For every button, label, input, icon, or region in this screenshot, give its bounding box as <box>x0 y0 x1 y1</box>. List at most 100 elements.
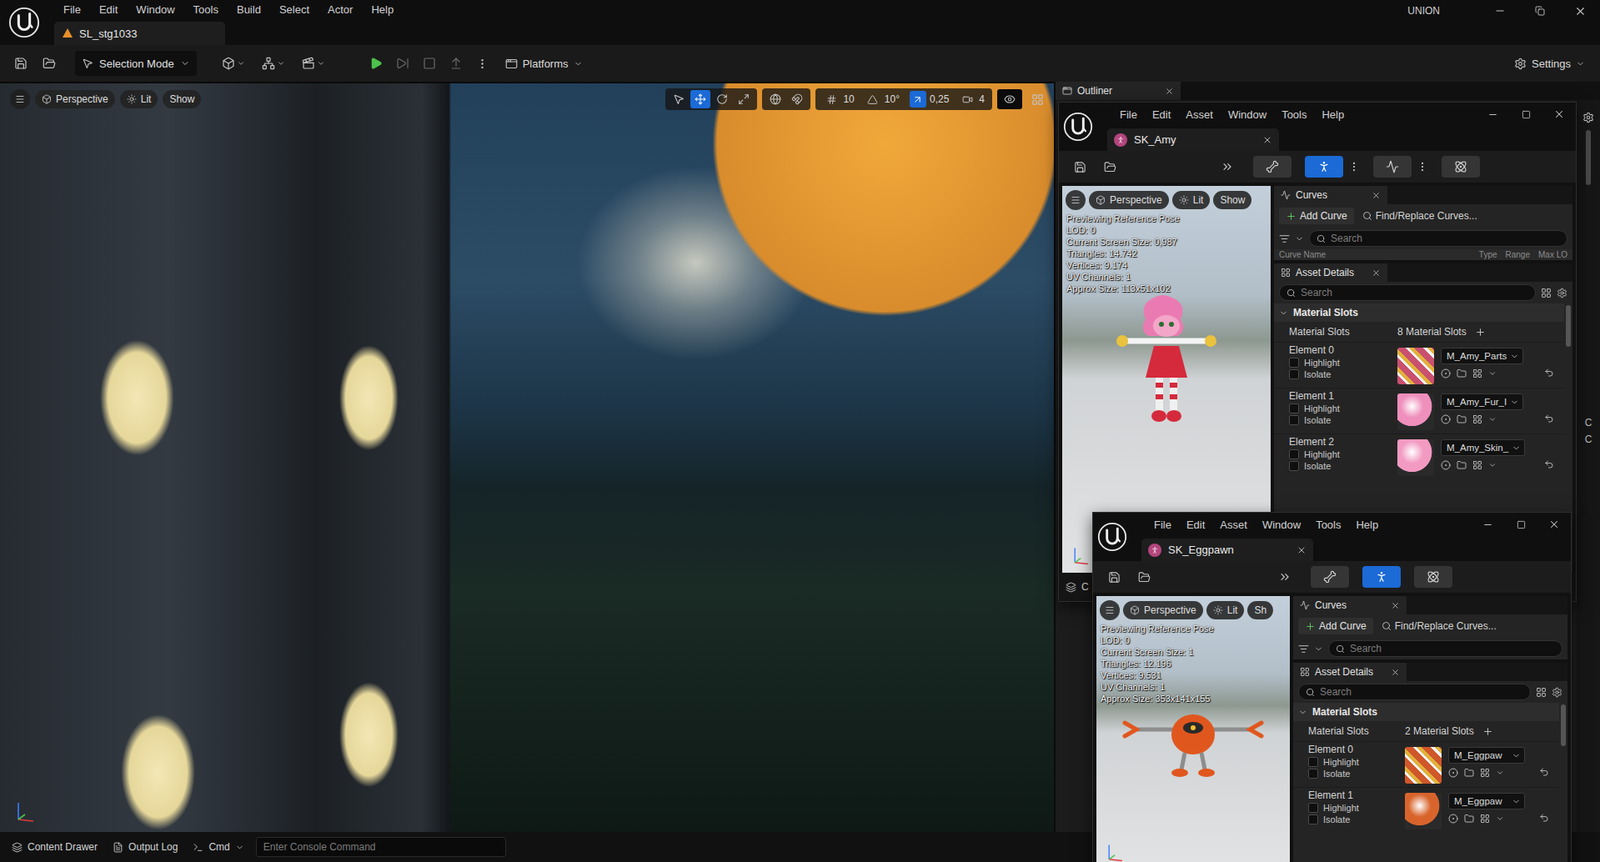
panel-tab[interactable]: Asset Details <box>1273 263 1388 282</box>
lit-mode-button[interactable]: Lit <box>1172 190 1211 210</box>
curve-search-field[interactable]: Search <box>1309 230 1568 247</box>
thumbnail-options-icon[interactable] <box>1472 368 1483 379</box>
option-checkbox[interactable]: Isolate <box>1308 814 1405 825</box>
material-dropdown[interactable]: M_Eggpaw <box>1448 792 1525 810</box>
mode-select[interactable]: Selection Mode <box>75 50 197 76</box>
filter-icon[interactable] <box>1298 643 1310 655</box>
menu-item[interactable]: Tools <box>1308 518 1349 532</box>
option-checkbox[interactable]: Highlight <box>1308 757 1405 768</box>
camera-options-button[interactable] <box>997 89 1023 110</box>
use-selected-icon[interactable] <box>1448 813 1459 824</box>
menu-item[interactable]: File <box>54 3 91 16</box>
curve-search-field[interactable]: Search <box>1328 640 1563 658</box>
material-dropdown[interactable]: M_Amy_Parts <box>1440 347 1524 365</box>
menu-item[interactable]: Tools <box>1273 108 1315 121</box>
menu-item[interactable]: Edit <box>1178 518 1213 532</box>
add-curve-button[interactable]: Add Curve <box>1298 617 1374 635</box>
platforms-button[interactable]: Platforms <box>498 50 590 76</box>
skeleton-mode-button[interactable] <box>1310 566 1350 588</box>
find-replace-button[interactable]: Find/Replace Curves... <box>1381 620 1497 632</box>
table-view-icon[interactable] <box>1540 287 1552 299</box>
console-input[interactable] <box>255 837 507 858</box>
skeleton-mode-button[interactable] <box>1253 155 1292 178</box>
option-checkbox[interactable]: Isolate <box>1289 415 1398 426</box>
option-checkbox[interactable]: Isolate <box>1308 768 1405 779</box>
more-options-icon[interactable] <box>1348 160 1360 173</box>
reset-icon[interactable] <box>1544 413 1555 424</box>
maximize-button[interactable] <box>1509 104 1543 125</box>
reset-icon[interactable] <box>1539 812 1550 823</box>
menu-item[interactable]: Help <box>361 3 403 16</box>
panel-tab[interactable]: Curves <box>1273 185 1388 205</box>
menu-item[interactable]: Actor <box>318 3 362 16</box>
browse-asset-icon[interactable] <box>1456 460 1467 471</box>
close-tab-icon[interactable] <box>1296 545 1307 556</box>
use-selected-icon[interactable] <box>1440 368 1451 379</box>
save-button[interactable] <box>1101 564 1127 590</box>
viewport-menu-button[interactable] <box>1099 600 1120 621</box>
gear-icon[interactable] <box>1551 687 1563 698</box>
cmd-button[interactable]: Cmd <box>185 835 251 859</box>
option-checkbox[interactable]: Isolate <box>1289 369 1398 380</box>
browse-button[interactable] <box>1131 564 1157 590</box>
angle-snap-button[interactable]: 10° <box>860 90 904 109</box>
panel-tab[interactable]: Asset Details <box>1293 662 1407 682</box>
grid-snap-button[interactable]: 10 <box>818 90 858 109</box>
scale-tool-button[interactable] <box>733 90 754 109</box>
lit-mode-button[interactable]: Lit <box>1206 601 1245 620</box>
save-button[interactable] <box>1067 154 1093 180</box>
close-panel-icon[interactable] <box>1371 190 1381 201</box>
material-thumbnail[interactable] <box>1397 393 1435 431</box>
maximize-button[interactable] <box>1504 514 1538 535</box>
close-panel-icon[interactable] <box>1371 268 1381 278</box>
browse-asset-icon[interactable] <box>1456 368 1467 379</box>
menu-item[interactable]: Help <box>1348 518 1386 532</box>
blueprint-button[interactable] <box>255 50 292 76</box>
move-tool-button[interactable] <box>690 90 711 109</box>
play-options-button[interactable] <box>470 50 496 76</box>
save-button[interactable] <box>8 50 34 76</box>
material-thumbnail[interactable] <box>1397 439 1435 477</box>
section-header[interactable]: Material Slots <box>1273 303 1565 322</box>
close-button[interactable] <box>1537 514 1571 535</box>
eggpawn-model-render[interactable] <box>1118 704 1269 780</box>
section-header[interactable]: Material Slots <box>1293 702 1560 722</box>
details-search-field[interactable]: Search <box>1278 284 1536 301</box>
camera-snap-button[interactable]: 4 <box>954 90 989 109</box>
use-selected-icon[interactable] <box>1440 460 1451 471</box>
overflow-button[interactable] <box>1214 154 1240 180</box>
plain-mode-button[interactable]: Show <box>162 90 201 109</box>
menu-item[interactable]: Tools <box>184 3 228 16</box>
world-space-button[interactable] <box>765 90 786 109</box>
viewport-menu-button[interactable] <box>10 89 31 110</box>
preview-viewport[interactable]: PerspectiveLitShPreviewing Reference Pos… <box>1096 596 1290 862</box>
animation-mode-button[interactable] <box>1373 155 1412 178</box>
unreal-logo-icon[interactable] <box>1063 111 1094 142</box>
option-checkbox[interactable]: Highlight <box>1289 449 1398 460</box>
find-replace-button[interactable]: Find/Replace Curves... <box>1362 210 1478 222</box>
menu-item[interactable]: Asset <box>1178 108 1221 121</box>
more-options-icon[interactable] <box>1416 160 1429 173</box>
option-checkbox[interactable]: Highlight <box>1308 802 1405 813</box>
asset-tab[interactable]: SK_Eggpawn <box>1141 538 1314 562</box>
table-view-icon[interactable] <box>1535 687 1547 698</box>
drawer-button[interactable]: Content Drawer <box>5 835 105 859</box>
scale-snap-button[interactable]: 0,25 <box>905 90 953 109</box>
close-panel-icon[interactable] <box>1390 601 1400 611</box>
amy-model-render[interactable] <box>1112 294 1221 428</box>
plain-mode-button[interactable]: Show <box>1213 190 1252 210</box>
menu-item[interactable]: Build <box>227 3 271 16</box>
select-tool-button[interactable] <box>668 90 689 109</box>
view-mode-button[interactable]: Perspective <box>35 90 116 109</box>
panel-tab[interactable]: Curves <box>1293 596 1407 615</box>
thumbnail-options-icon[interactable] <box>1472 414 1483 425</box>
dock-scrollbar[interactable] <box>1585 130 1591 186</box>
view-mode-button[interactable]: Perspective <box>1088 190 1169 210</box>
cinematics-button[interactable] <box>295 50 332 76</box>
option-checkbox[interactable]: Isolate <box>1289 461 1398 472</box>
thumbnail-options-icon[interactable] <box>1479 813 1490 824</box>
play-button[interactable] <box>363 50 389 76</box>
reset-icon[interactable] <box>1539 767 1550 778</box>
browse-button[interactable] <box>1097 154 1123 180</box>
mesh-mode-button[interactable] <box>1304 155 1344 178</box>
